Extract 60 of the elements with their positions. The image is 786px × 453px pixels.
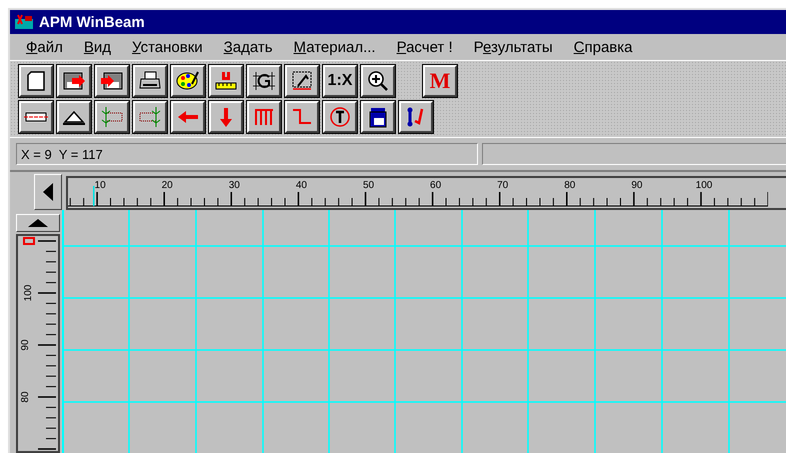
ruler-label: 30 [228, 180, 240, 191]
toolbar-button[interactable] [285, 65, 319, 97]
toolbar-button[interactable] [19, 101, 53, 133]
menu-item[interactable]: Установки [132, 38, 203, 56]
toolbar-button[interactable] [95, 101, 129, 133]
toolbar-button[interactable] [133, 65, 167, 97]
menu-item[interactable]: Расчет ! [396, 38, 453, 56]
section-icon [138, 106, 162, 128]
ruler-label: 80 [564, 180, 576, 191]
toolbar-button[interactable] [57, 65, 91, 97]
floppy-arrow-icon [100, 70, 124, 92]
menu-item[interactable]: Материал... [294, 38, 376, 56]
menu-item[interactable]: Результаты [474, 38, 553, 56]
scale-icon [290, 70, 314, 92]
ruler-label: 10 [94, 180, 106, 191]
menu-item[interactable]: Файл [26, 38, 63, 56]
ruler-label: 80 [20, 391, 32, 403]
ruler-label: 70 [497, 180, 508, 191]
ruler-label: 40 [296, 180, 307, 191]
toolbar-button[interactable] [323, 101, 357, 133]
toolbar-button[interactable] [19, 65, 53, 97]
app-icon [13, 13, 35, 31]
toolbar-button[interactable] [285, 101, 319, 133]
palette-icon [176, 70, 200, 92]
distributed-load-icon [252, 106, 276, 128]
menu-item[interactable]: Вид [84, 38, 112, 56]
toolbar-button[interactable] [399, 101, 433, 133]
scroll-up-button[interactable] [16, 214, 60, 232]
section-icon [100, 106, 124, 128]
coordinates-readout: X = 9 Y = 117 [16, 143, 478, 165]
scale-button[interactable]: 1:X [323, 65, 357, 97]
toolbar-button[interactable] [361, 65, 395, 97]
left-arrow-icon [42, 183, 54, 201]
floppy-arrow-icon [62, 70, 86, 92]
up-arrow-icon [28, 219, 48, 227]
scroll-left-button[interactable] [34, 174, 62, 210]
window-title: APM WinBeam [39, 14, 145, 30]
torque-icon [328, 106, 352, 128]
menu-item[interactable]: Справка [574, 38, 633, 56]
ruler-label: 100 [696, 180, 712, 191]
toolbar-button[interactable] [361, 101, 395, 133]
toolbar-button[interactable] [171, 101, 205, 133]
toolbar-button[interactable] [57, 101, 91, 133]
toolbar-button[interactable] [247, 101, 281, 133]
toolbar-button[interactable] [209, 101, 243, 133]
ruler-label: 60 [430, 180, 442, 191]
ruler-label: 90 [20, 339, 32, 351]
zoom-icon [366, 70, 390, 92]
ruler-label: 20 [162, 180, 173, 191]
grid-icon [252, 70, 276, 92]
toolbar-button[interactable] [209, 65, 243, 97]
ruler-label: 50 [362, 180, 374, 191]
menu-item[interactable]: Задать [224, 38, 273, 56]
toolbar-button[interactable] [171, 65, 205, 97]
toolbar-button[interactable] [133, 101, 167, 133]
toolbar-button[interactable] [247, 65, 281, 97]
ruler-icon [214, 70, 238, 92]
ruler-label: 100 [22, 284, 34, 302]
toolbar-button[interactable] [95, 65, 129, 97]
ruler-label: 90 [631, 180, 642, 191]
